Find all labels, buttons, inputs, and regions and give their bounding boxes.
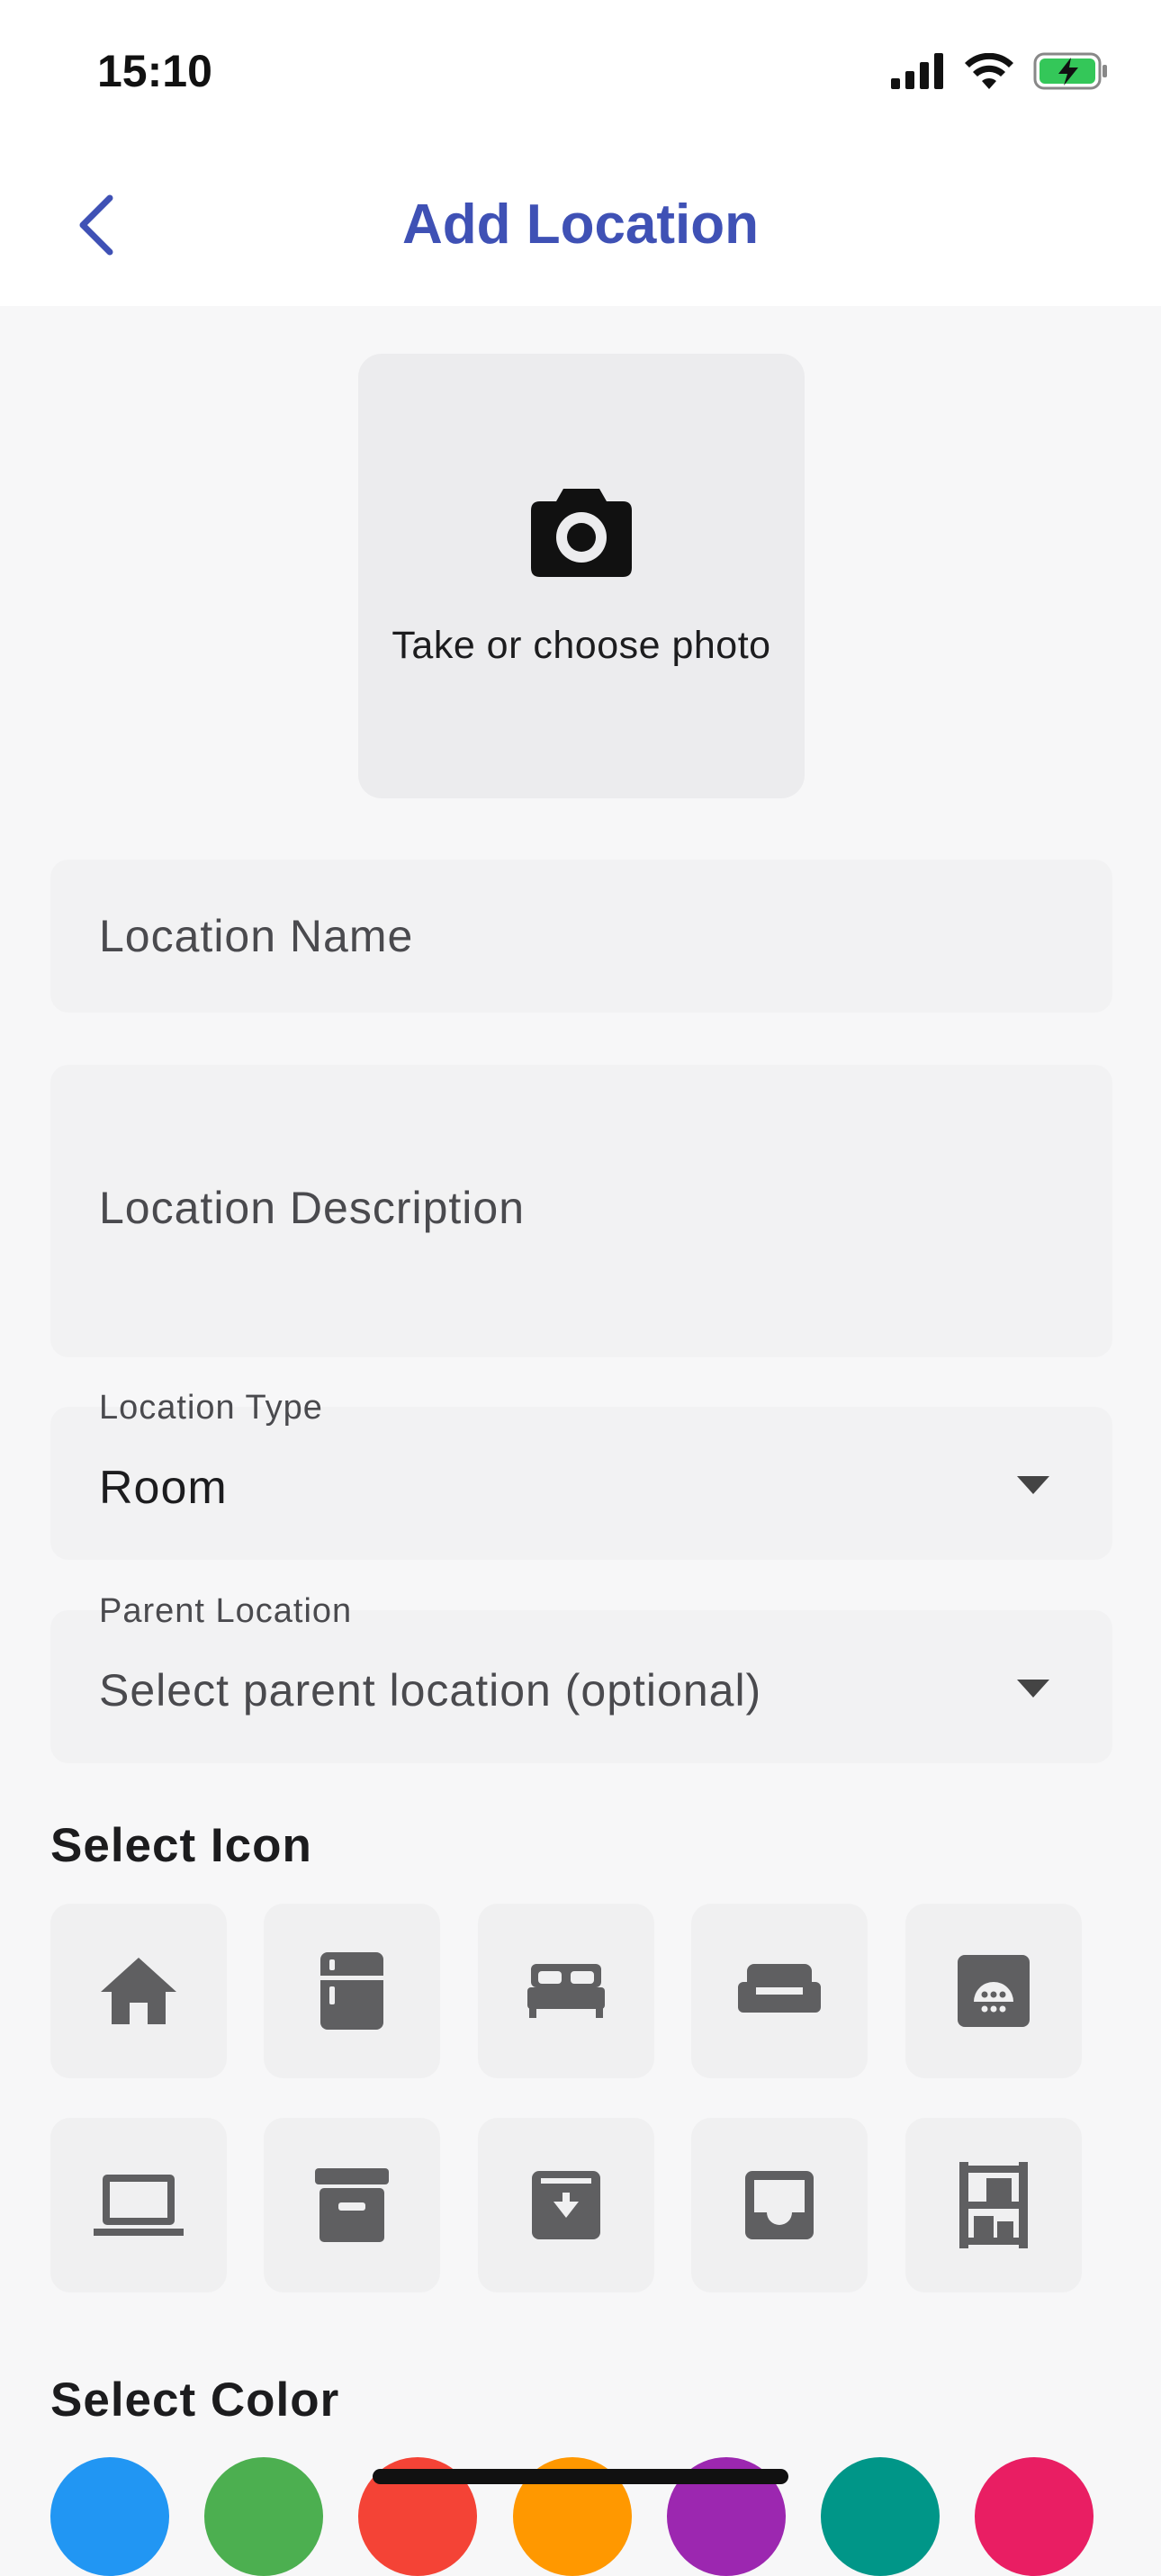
- icon-option-archive[interactable]: [264, 2118, 440, 2292]
- location-name-input[interactable]: Location Name: [50, 860, 1112, 1013]
- location-description-placeholder: Location Description: [99, 1183, 526, 1233]
- color-option-blue[interactable]: [50, 2457, 169, 2576]
- icon-option-bed[interactable]: [478, 1904, 654, 2078]
- fridge-icon: [320, 1952, 383, 2030]
- select-icon-title: Select Icon: [50, 1819, 312, 1872]
- location-type-value: Room: [99, 1462, 228, 1514]
- icon-option-fridge[interactable]: [264, 1904, 440, 2078]
- icon-option-laptop[interactable]: [50, 2118, 227, 2292]
- status-bar: 15:10: [0, 0, 1161, 149]
- location-type-select[interactable]: Location Type Room: [50, 1389, 1112, 1560]
- icon-option-home[interactable]: [50, 1904, 227, 2078]
- dishwasher-icon: [958, 1955, 1030, 2027]
- nav-bar: Add Location: [0, 149, 1161, 306]
- download-box-icon: [532, 2171, 600, 2239]
- battery-charging-icon: [1033, 52, 1107, 90]
- select-color-title: Select Color: [50, 2373, 340, 2427]
- icon-option-inbox[interactable]: [691, 2118, 868, 2292]
- laptop-icon: [94, 2175, 184, 2236]
- location-type-label: Location Type: [99, 1389, 323, 1427]
- photo-picker-button[interactable]: Take or choose photo: [358, 354, 805, 798]
- icon-option-sofa[interactable]: [691, 1904, 868, 2078]
- dropdown-arrow-icon: [1017, 1476, 1049, 1494]
- icon-option-dishwasher[interactable]: [905, 1904, 1082, 2078]
- wifi-icon: [965, 53, 1013, 89]
- home-indicator: [373, 2469, 788, 2484]
- parent-location-label: Parent Location: [99, 1592, 353, 1630]
- color-option-green[interactable]: [204, 2457, 323, 2576]
- icon-option-shelving[interactable]: [905, 2118, 1082, 2292]
- camera-icon: [531, 489, 632, 577]
- status-time: 15:10: [97, 46, 212, 96]
- status-icons: [891, 52, 1109, 90]
- photo-label: Take or choose photo: [392, 624, 771, 667]
- icon-option-download-box[interactable]: [478, 2118, 654, 2292]
- location-name-placeholder: Location Name: [99, 911, 414, 961]
- sofa-icon: [738, 1964, 821, 2013]
- parent-location-placeholder: Select parent location (optional): [99, 1665, 762, 1716]
- color-option-pink[interactable]: [975, 2457, 1094, 2576]
- bed-icon: [527, 1964, 605, 2018]
- page-title: Add Location: [401, 194, 760, 256]
- parent-location-select[interactable]: Parent Location Select parent location (…: [50, 1592, 1112, 1763]
- home-icon: [101, 1958, 176, 2024]
- color-option-teal[interactable]: [821, 2457, 940, 2576]
- location-description-input[interactable]: Location Description: [50, 1065, 1112, 1357]
- cellular-signal-icon: [891, 53, 943, 89]
- archive-icon: [315, 2168, 389, 2242]
- dropdown-arrow-icon: [1017, 1680, 1049, 1698]
- inbox-icon: [745, 2171, 814, 2239]
- shelving-icon: [959, 2162, 1028, 2248]
